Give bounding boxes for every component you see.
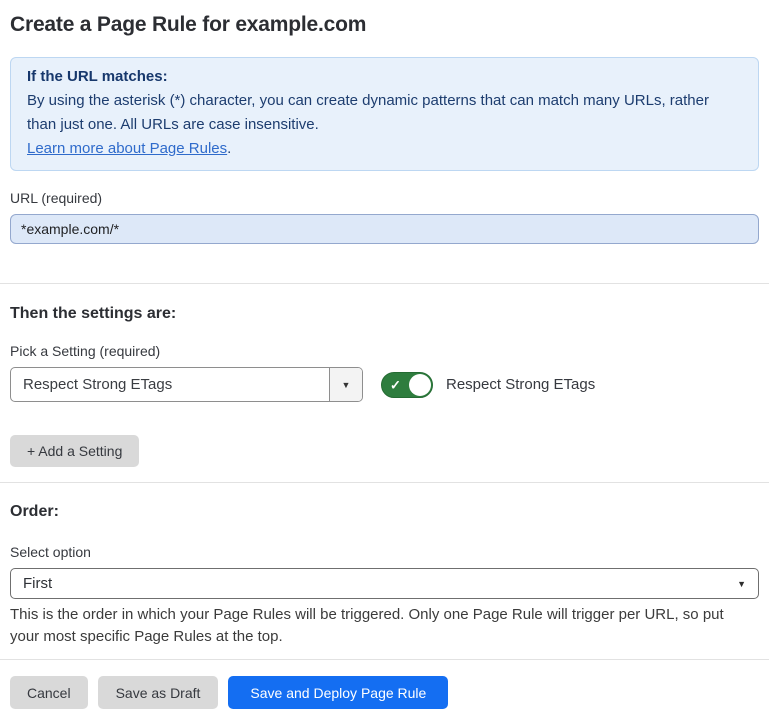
section-divider [0, 482, 769, 483]
footer-actions: Cancel Save as Draft Save and Deploy Pag… [10, 676, 759, 709]
save-and-deploy-button[interactable]: Save and Deploy Page Rule [228, 676, 448, 709]
pick-setting-label: Pick a Setting (required) [10, 343, 759, 360]
order-select-value: First [23, 575, 52, 592]
toggle-label: Respect Strong ETags [446, 376, 595, 393]
setting-select-arrow-button[interactable]: ▼ [329, 368, 362, 401]
page-rule-form: Create a Page Rule for example.com If th… [0, 0, 769, 709]
footer-divider [0, 659, 769, 660]
dropdown-arrow-icon: ▼ [342, 380, 351, 390]
info-box-link-line: Learn more about Page Rules. [27, 140, 231, 157]
check-icon: ✓ [390, 378, 401, 391]
add-setting-button[interactable]: + Add a Setting [10, 435, 139, 467]
info-box-body: By using the asterisk (*) character, you… [27, 89, 742, 137]
order-select[interactable]: First ▼ [10, 568, 759, 599]
save-as-draft-button[interactable]: Save as Draft [98, 676, 219, 709]
setting-select-value: Respect Strong ETags [11, 368, 329, 401]
cancel-button[interactable]: Cancel [10, 676, 88, 709]
order-help-text: This is the order in which your Page Rul… [10, 604, 750, 647]
setting-select[interactable]: Respect Strong ETags ▼ [10, 367, 363, 402]
order-select-label: Select option [10, 544, 759, 561]
section-divider [0, 283, 769, 284]
chevron-down-icon: ▼ [737, 579, 746, 589]
url-match-info-box: If the URL matches: By using the asteris… [10, 57, 759, 171]
etags-toggle[interactable]: ✓ [381, 372, 433, 398]
learn-more-link[interactable]: Learn more about Page Rules [27, 140, 227, 157]
url-field-label: URL (required) [10, 190, 759, 207]
page-title: Create a Page Rule for example.com [10, 12, 759, 38]
toggle-knob[interactable] [409, 374, 431, 396]
setting-row: Respect Strong ETags ▼ ✓ Respect Strong … [10, 367, 759, 402]
settings-section-heading: Then the settings are: [10, 304, 759, 323]
order-section-heading: Order: [10, 502, 759, 521]
link-suffix: . [227, 140, 231, 157]
info-box-heading: If the URL matches: [27, 65, 742, 89]
url-input[interactable] [10, 214, 759, 244]
